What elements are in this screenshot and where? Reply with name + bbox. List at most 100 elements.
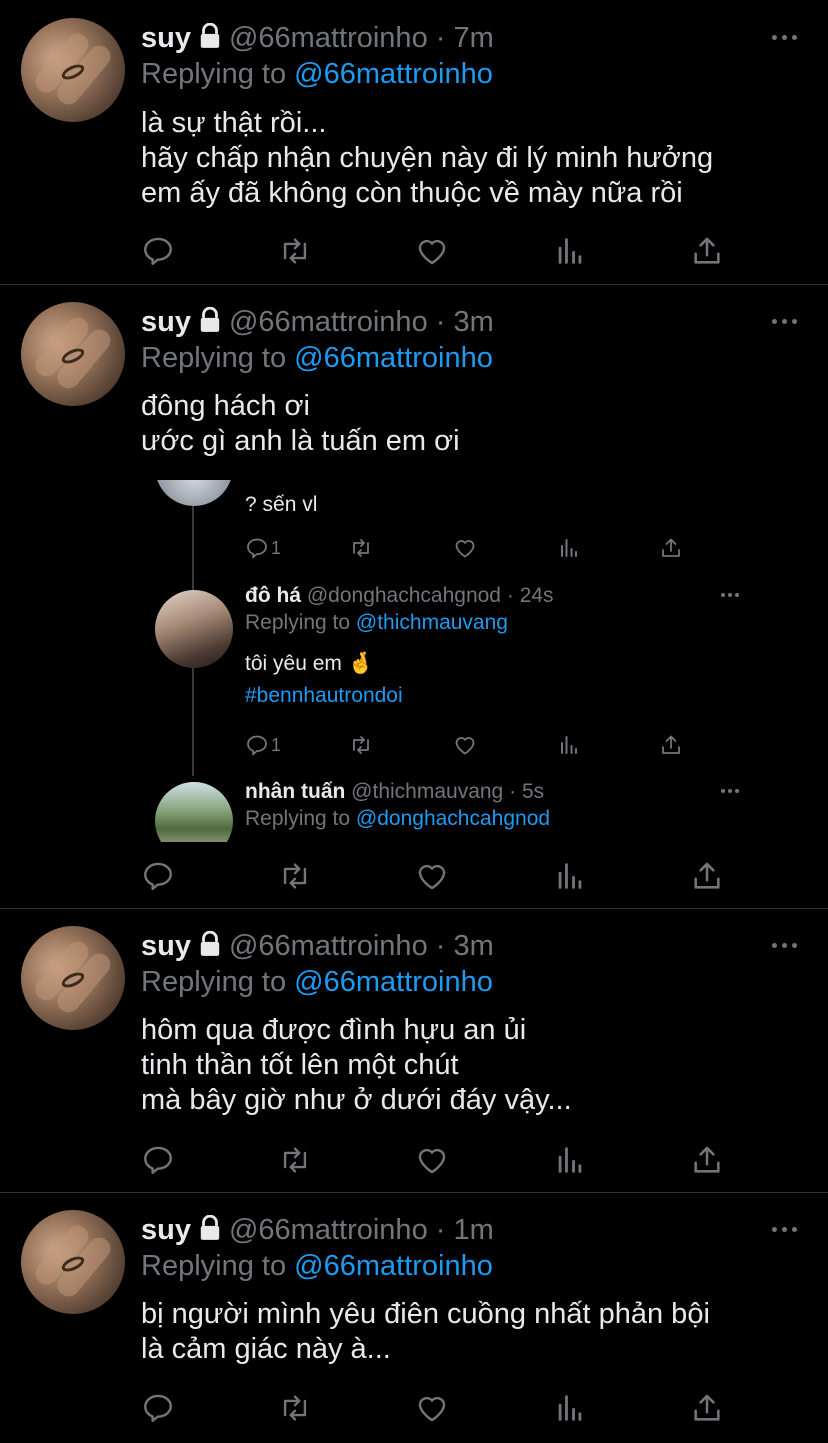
retweet-icon[interactable] [278,1143,312,1177]
tweet-line: em ấy đã không còn thuộc về mày nữa rồi [141,177,683,209]
reply-mention[interactable]: @66mattroinho [294,1250,493,1282]
embedded-tweet-text: ? sến vl [245,493,318,516]
more-icon[interactable] [772,319,798,325]
timestamp[interactable]: 5s [522,780,544,803]
share-icon[interactable] [690,1391,724,1425]
handle[interactable]: @donghachcahgnod [307,584,501,607]
share-icon[interactable] [690,859,724,893]
reply-icon[interactable] [141,859,175,893]
reply-mention[interactable]: @thichmauvang [356,611,508,634]
separator: · [435,930,446,962]
thread-line [192,668,194,776]
lock-icon [197,306,223,342]
separator: · [435,1214,446,1246]
display-name[interactable]: suy [141,22,191,54]
reply-icon[interactable] [141,1143,175,1177]
retweet-icon[interactable] [278,234,312,268]
retweet-icon[interactable] [349,733,373,757]
display-name[interactable]: đô há [245,584,301,607]
tweet[interactable]: suy @66mattroinho · 3m Replying to @66mat… [0,909,828,1192]
lock-icon [197,930,223,966]
avatar[interactable] [21,18,125,122]
avatar[interactable] [21,1210,125,1314]
analytics-icon[interactable] [557,536,581,560]
more-icon[interactable] [772,1227,798,1233]
handle[interactable]: @66mattroinho [229,22,428,54]
timestamp[interactable]: 7m [454,22,494,54]
reply-mention[interactable]: @66mattroinho [294,966,493,998]
tweet-line: hãy chấp nhận chuyện này đi lý minh hưởn… [141,142,714,174]
action-bar [0,234,828,268]
share-icon[interactable] [690,1143,724,1177]
tweet-line: mà bây giờ như ở dưới đáy vậy... [141,1084,572,1116]
tweet[interactable]: suy @66mattroinho · 3m Replying to @66mat… [0,285,828,907]
reply-icon[interactable]: 1 [245,733,281,757]
replying-label: Replying to [141,58,287,90]
avatar[interactable] [21,926,125,1030]
lock-icon [197,22,223,58]
analytics-icon[interactable] [557,733,581,757]
replying-label: Replying to [141,1250,287,1282]
share-icon[interactable] [659,536,683,560]
more-icon[interactable] [772,35,798,41]
share-icon[interactable] [659,733,683,757]
tweet-text: hôm qua được đình hựu an ủi tinh thần tố… [141,1013,572,1118]
like-icon[interactable] [453,536,477,560]
handle[interactable]: @66mattroinho [229,306,428,338]
display-name[interactable]: suy [141,306,191,338]
reply-mention[interactable]: @66mattroinho [294,342,493,374]
replying-label: Replying to [245,807,351,830]
analytics-icon[interactable] [553,1143,587,1177]
handle[interactable]: @66mattroinho [229,930,428,962]
handle[interactable]: @66mattroinho [229,1214,428,1246]
like-icon[interactable] [415,1391,449,1425]
avatar[interactable] [21,302,125,406]
tweet[interactable]: suy @66mattroinho · 1m Replying to @66mat… [0,1193,828,1443]
separator: · [509,780,517,803]
retweet-icon[interactable] [349,536,373,560]
more-icon[interactable] [721,593,739,597]
analytics-icon[interactable] [553,1391,587,1425]
reply-count: 1 [271,537,282,558]
display-name[interactable]: nhân tuấn [245,780,345,803]
tweet-text: là sự thật rồi... hãy chấp nhận chuyện n… [141,106,713,211]
share-icon[interactable] [690,234,724,268]
display-name[interactable]: suy [141,930,191,962]
retweet-icon[interactable] [278,859,312,893]
avatar[interactable] [155,782,233,842]
reply-mention[interactable]: @66mattroinho [294,58,493,90]
tweet-line: là cảm giác này à... [141,1333,391,1365]
timestamp[interactable]: 1m [454,1214,494,1246]
more-icon[interactable] [721,789,739,793]
reply-icon[interactable] [141,1391,175,1425]
tweet[interactable]: suy @66mattroinho · 7m Replying to @66mat… [0,0,828,284]
timestamp[interactable]: 3m [454,930,494,962]
more-icon[interactable] [772,943,798,949]
reply-icon[interactable] [141,234,175,268]
separator: · [435,22,446,54]
tweet-text: đông hách ơi ước gì anh là tuấn em ơi [141,389,460,459]
embedded-tweet-text: tôi yêu em [245,652,342,675]
embedded-image[interactable]: ? sến vl 1 đô há @donghachcahgnod · 24s … [141,480,801,842]
thread-line [192,506,194,590]
tweet-line: tinh thần tốt lên một chút [141,1049,459,1081]
tweet-line: ước gì anh là tuấn em ơi [141,425,460,457]
reply-mention[interactable]: @donghachcahgnod [356,807,550,830]
avatar[interactable] [155,590,233,668]
like-icon[interactable] [415,859,449,893]
timestamp[interactable]: 3m [454,306,494,338]
retweet-icon[interactable] [278,1391,312,1425]
reply-icon[interactable]: 1 [245,536,281,560]
hashtag-link[interactable]: #bennhautrondoi [245,681,403,711]
like-icon[interactable] [453,733,477,757]
reply-count: 1 [271,734,282,755]
like-icon[interactable] [415,234,449,268]
timestamp[interactable]: 24s [520,584,554,607]
handle[interactable]: @thichmauvang [351,780,503,803]
display-name[interactable]: suy [141,1214,191,1246]
like-icon[interactable] [415,1143,449,1177]
analytics-icon[interactable] [553,859,587,893]
replying-label: Replying to [245,611,351,634]
analytics-icon[interactable] [553,234,587,268]
action-bar [0,1391,828,1425]
